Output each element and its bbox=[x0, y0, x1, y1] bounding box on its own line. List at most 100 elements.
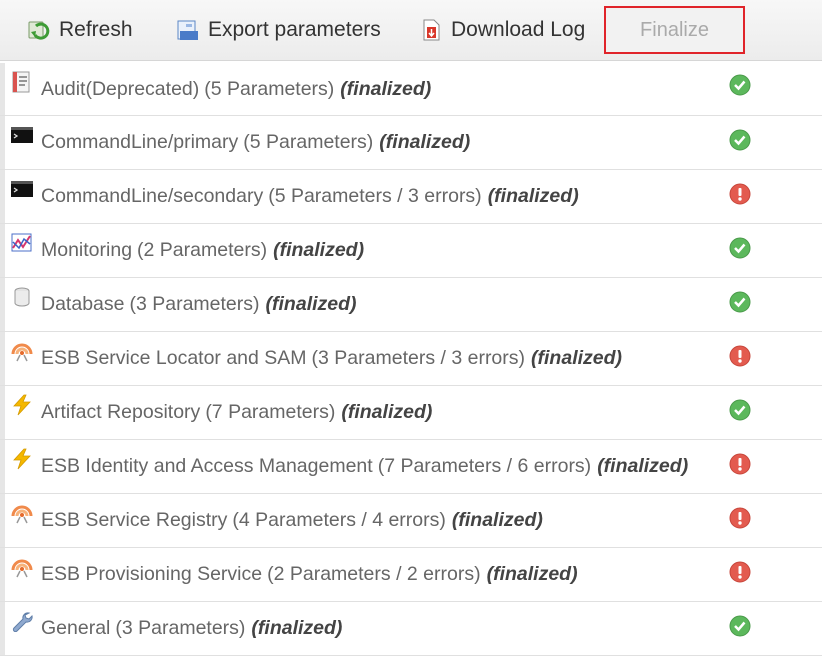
terminal-icon bbox=[10, 124, 34, 146]
item-name: Database bbox=[41, 293, 125, 315]
download-log-icon bbox=[419, 18, 443, 42]
list-item[interactable]: Database (3 Parameters) (finalized) bbox=[0, 278, 822, 332]
download-log-label: Download Log bbox=[451, 18, 586, 41]
list-item[interactable]: Monitoring (2 Parameters) (finalized) bbox=[0, 224, 822, 278]
list-item[interactable]: Artifact Repository (7 Parameters) (finali… bbox=[0, 386, 822, 440]
item-text: ESB Provisioning Service (2 Parameters / … bbox=[41, 548, 578, 601]
item-finalized-label: (finalized) bbox=[273, 239, 365, 261]
row-indicator bbox=[0, 602, 5, 655]
item-text: CommandLine/secondary (5 Parameters / 3 e… bbox=[41, 170, 579, 223]
audit-doc-icon bbox=[10, 71, 34, 93]
terminal-icon bbox=[10, 178, 34, 200]
lightning-icon bbox=[10, 448, 34, 470]
list-item[interactable]: Audit(Deprecated) (5 Parameters) (finalize… bbox=[0, 63, 822, 116]
item-name: Artifact Repository bbox=[41, 401, 201, 423]
list-item[interactable]: ESB Provisioning Service (2 Parameters / … bbox=[0, 548, 822, 602]
row-indicator bbox=[0, 170, 5, 223]
item-finalized-label: (finalized) bbox=[487, 185, 579, 207]
item-detail: (2 Parameters) bbox=[137, 239, 268, 261]
status-error-icon bbox=[729, 183, 751, 205]
item-detail: (5 Parameters) bbox=[243, 131, 374, 153]
item-text: ESB Service Locator and SAM (3 Parameters… bbox=[41, 332, 622, 385]
item-finalized-label: (finalized) bbox=[251, 617, 343, 639]
item-text: Audit(Deprecated) (5 Parameters) (finalize… bbox=[41, 63, 431, 115]
status-error-icon bbox=[729, 561, 751, 583]
item-detail: (3 Parameters) bbox=[129, 293, 260, 315]
item-detail: (7 Parameters) bbox=[205, 401, 336, 423]
item-name: ESB Service Locator and SAM bbox=[41, 347, 307, 369]
item-finalized-label: (finalized) bbox=[340, 77, 432, 100]
monitoring-chart-icon bbox=[10, 232, 34, 254]
item-name: Monitoring bbox=[41, 239, 133, 261]
row-indicator bbox=[0, 224, 5, 277]
item-text: Monitoring (2 Parameters) (finalized) bbox=[41, 224, 364, 277]
toolbar: Refresh Export parameters Download Log F… bbox=[0, 0, 822, 61]
status-ok-icon bbox=[729, 399, 751, 421]
export-parameters-button[interactable]: Export parameters bbox=[176, 0, 381, 60]
lightning-icon bbox=[10, 394, 34, 416]
item-detail: (4 Parameters / 4 errors) bbox=[232, 509, 446, 531]
row-indicator bbox=[0, 116, 5, 169]
item-finalized-label: (finalized) bbox=[379, 131, 471, 153]
item-name: General bbox=[41, 617, 111, 639]
status-ok-icon bbox=[729, 129, 751, 151]
list-item[interactable]: General (3 Parameters) (finalized) bbox=[0, 602, 822, 656]
export-icon bbox=[176, 18, 200, 42]
item-detail: (3 Parameters / 3 errors) bbox=[311, 347, 526, 369]
finalize-label: Finalize bbox=[640, 18, 709, 41]
item-name: CommandLine/primary bbox=[41, 131, 239, 153]
item-finalized-label: (finalized) bbox=[451, 509, 543, 531]
item-text: General (3 Parameters) (finalized) bbox=[41, 602, 342, 655]
item-finalized-label: (finalized) bbox=[486, 563, 578, 585]
item-detail: (7 Parameters / 6 errors) bbox=[377, 455, 592, 477]
service-broadcast-icon bbox=[10, 502, 34, 524]
list-item[interactable]: CommandLine/secondary (5 Parameters / 3 e… bbox=[0, 170, 822, 224]
row-indicator bbox=[0, 278, 5, 331]
item-name: ESB Identity and Access Management bbox=[41, 455, 373, 477]
service-broadcast-icon bbox=[10, 556, 34, 578]
list-item[interactable]: ESB Service Registry (4 Parameters / 4 er… bbox=[0, 494, 822, 548]
finalize-button[interactable]: Finalize bbox=[604, 6, 745, 54]
item-finalized-label: (finalized) bbox=[341, 401, 433, 423]
download-log-button[interactable]: Download Log bbox=[419, 0, 585, 60]
export-label: Export parameters bbox=[208, 18, 381, 41]
status-error-icon bbox=[729, 507, 751, 529]
item-detail: (5 Parameters / 3 errors) bbox=[268, 185, 482, 207]
item-name: ESB Service Registry bbox=[41, 509, 228, 531]
status-error-icon bbox=[729, 345, 751, 367]
list-item[interactable]: CommandLine/primary (5 Parameters) (finali… bbox=[0, 116, 822, 170]
refresh-label: Refresh bbox=[59, 18, 133, 41]
item-text: Artifact Repository (7 Parameters) (finali… bbox=[41, 386, 432, 439]
item-detail: (3 Parameters) bbox=[115, 617, 246, 639]
refresh-icon bbox=[27, 18, 51, 42]
row-indicator bbox=[0, 440, 5, 493]
refresh-button[interactable]: Refresh bbox=[27, 0, 133, 60]
item-name: ESB Provisioning Service bbox=[41, 563, 263, 585]
configuration-list: Audit(Deprecated) (5 Parameters) (finalize… bbox=[0, 63, 822, 656]
row-indicator bbox=[0, 63, 5, 115]
status-ok-icon bbox=[729, 74, 751, 96]
item-finalized-label: (finalized) bbox=[265, 293, 357, 315]
database-icon bbox=[10, 286, 34, 308]
row-indicator bbox=[0, 386, 5, 439]
list-item[interactable]: ESB Service Locator and SAM (3 Parameters… bbox=[0, 332, 822, 386]
item-name: Audit(Deprecated) bbox=[41, 77, 200, 100]
item-finalized-label: (finalized) bbox=[597, 455, 689, 477]
item-detail: (5 Parameters) bbox=[204, 77, 335, 100]
row-indicator bbox=[0, 332, 5, 385]
status-ok-icon bbox=[729, 615, 751, 637]
item-finalized-label: (finalized) bbox=[531, 347, 623, 369]
item-text: ESB Service Registry (4 Parameters / 4 er… bbox=[41, 494, 543, 547]
row-indicator bbox=[0, 494, 5, 547]
item-detail: (2 Parameters / 2 errors) bbox=[267, 563, 481, 585]
item-text: Database (3 Parameters) (finalized) bbox=[41, 278, 357, 331]
service-broadcast-icon bbox=[10, 340, 34, 362]
list-item[interactable]: ESB Identity and Access Management (7 Par… bbox=[0, 440, 822, 494]
status-ok-icon bbox=[729, 291, 751, 313]
wrench-icon bbox=[10, 610, 34, 633]
item-text: ESB Identity and Access Management (7 Par… bbox=[41, 440, 688, 493]
status-error-icon bbox=[729, 453, 751, 475]
status-ok-icon bbox=[729, 237, 751, 259]
item-text: CommandLine/primary (5 Parameters) (finali… bbox=[41, 116, 470, 169]
row-indicator bbox=[0, 548, 5, 601]
